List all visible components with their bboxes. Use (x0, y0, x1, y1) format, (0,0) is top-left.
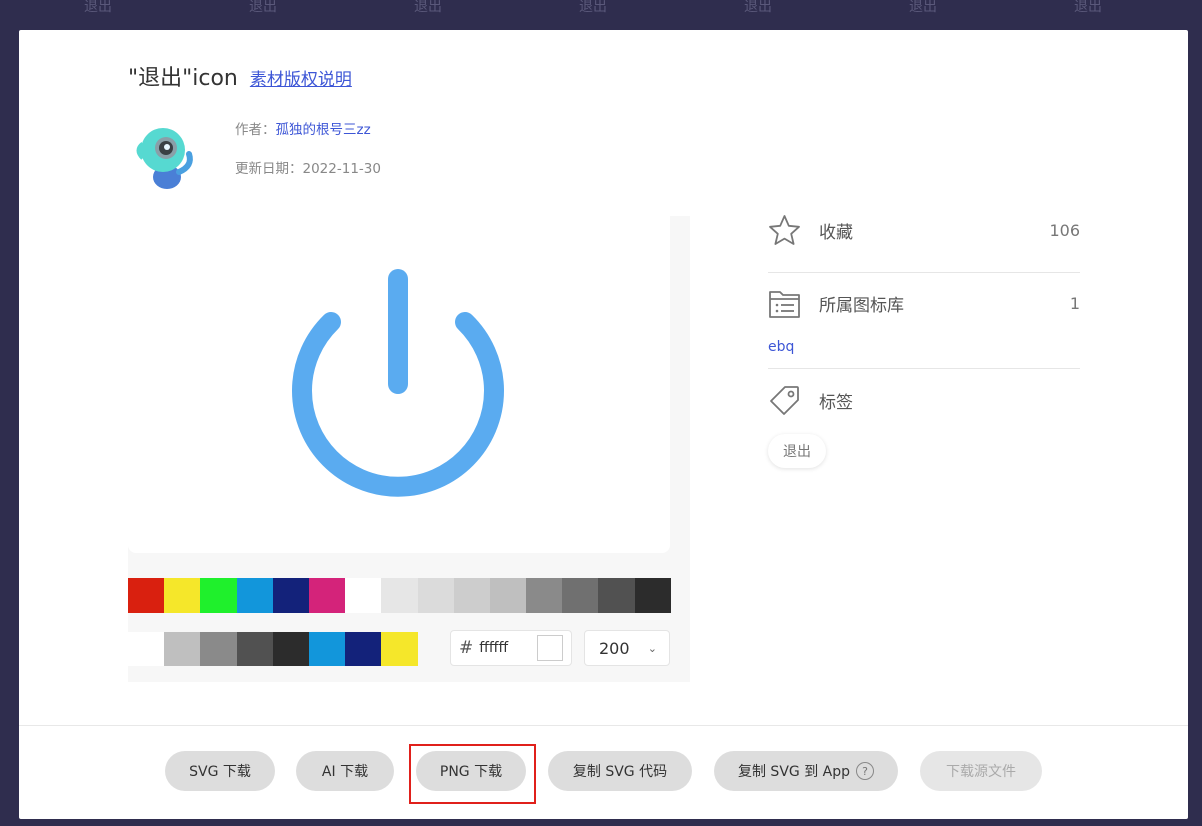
background-label: 退出 (414, 0, 442, 15)
divider (768, 368, 1080, 369)
color-swatch[interactable] (417, 578, 454, 613)
preview-panel: # ffffff 200 ⌄ (128, 216, 690, 682)
footer-divider (19, 725, 1188, 726)
hex-value[interactable]: ffffff (479, 640, 537, 656)
background-label: 退出 (249, 0, 277, 15)
author-label: 作者： (235, 122, 276, 138)
download-source-button: 下载源文件 (920, 751, 1042, 791)
color-swatch[interactable] (345, 632, 382, 666)
background-label: 退出 (744, 0, 772, 15)
updated-date: 2022-11-30 (302, 161, 381, 177)
highlight-box (409, 744, 536, 804)
color-swatch[interactable] (526, 578, 563, 613)
color-swatch[interactable] (128, 632, 165, 666)
help-icon[interactable]: ? (856, 762, 874, 780)
favorite-count: 106 (1049, 221, 1080, 240)
color-swatch[interactable] (453, 578, 490, 613)
ai-download-button[interactable]: AI 下载 (296, 751, 394, 791)
page-title: "退出"icon 素材版权说明 (128, 60, 352, 92)
color-swatch[interactable] (634, 578, 671, 613)
copyright-link[interactable]: 素材版权说明 (250, 65, 352, 90)
author-line: 作者：孤独的根号三zz (235, 118, 371, 138)
background-label: 退出 (579, 0, 607, 15)
tag-pill[interactable]: 退出 (768, 434, 826, 468)
copy-svg-to-app-button[interactable]: 复制 SVG 到 App ? (714, 751, 898, 791)
copy-svg-to-app-label: 复制 SVG 到 App (737, 764, 850, 780)
folder-list-icon (769, 291, 800, 318)
color-swatch[interactable] (164, 578, 201, 613)
svg-download-button[interactable]: SVG 下载 (165, 751, 275, 791)
color-swatch[interactable] (598, 578, 635, 613)
library-label: 所属图标库 (819, 296, 904, 316)
color-swatch[interactable] (562, 578, 599, 613)
updated-label: 更新日期： (235, 161, 303, 177)
color-palette-primary (128, 578, 671, 613)
color-swatch[interactable] (308, 578, 346, 613)
color-swatch[interactable] (381, 578, 418, 613)
hash-symbol: # (459, 638, 474, 658)
author-name-link[interactable]: 孤独的根号三zz (276, 122, 371, 138)
library-count: 1 (1069, 294, 1080, 313)
favorite-row[interactable]: 收藏 106 (768, 214, 1080, 247)
color-swatch[interactable] (236, 578, 273, 613)
color-swatch[interactable] (200, 632, 237, 666)
size-select[interactable]: 200 ⌄ (584, 630, 670, 666)
copy-svg-code-button[interactable]: 复制 SVG 代码 (548, 751, 692, 791)
color-swatch[interactable] (489, 578, 527, 613)
color-swatch[interactable] (128, 578, 165, 613)
size-value: 200 (599, 638, 630, 658)
chevron-down-icon: ⌄ (647, 641, 657, 655)
tags-row: 标签 (768, 384, 1080, 417)
star-icon[interactable] (768, 214, 801, 247)
icon-detail-modal: "退出"icon 素材版权说明 作者：孤独的根号三zz 更新日期：2022-11… (19, 30, 1188, 819)
tag-icon (770, 386, 799, 415)
color-swatch[interactable] (272, 632, 309, 666)
favorite-label: 收藏 (819, 223, 853, 243)
power-icon (292, 269, 504, 497)
background-label: 退出 (1074, 0, 1102, 15)
color-swatch[interactable] (308, 632, 346, 666)
background-label: 退出 (909, 0, 937, 15)
background-label: 退出 (84, 0, 112, 15)
tags-label: 标签 (819, 393, 853, 413)
color-swatch[interactable] (381, 632, 418, 666)
author-avatar[interactable] (131, 122, 197, 192)
color-swatch[interactable] (236, 632, 273, 666)
color-swatch[interactable] (164, 632, 201, 666)
library-row: 所属图标库 1 (768, 288, 1080, 319)
color-swatch[interactable] (200, 578, 237, 613)
color-swatch[interactable] (345, 578, 382, 613)
color-chip[interactable] (537, 635, 563, 661)
icon-preview-canvas (128, 216, 670, 553)
icon-title: "退出"icon (128, 66, 238, 91)
hex-color-input[interactable]: # ffffff (450, 630, 572, 666)
library-name-link[interactable]: ebq (768, 339, 794, 355)
color-swatch[interactable] (272, 578, 309, 613)
divider (768, 272, 1080, 273)
updated-line: 更新日期：2022-11-30 (235, 157, 381, 177)
color-palette-recent (128, 632, 418, 666)
